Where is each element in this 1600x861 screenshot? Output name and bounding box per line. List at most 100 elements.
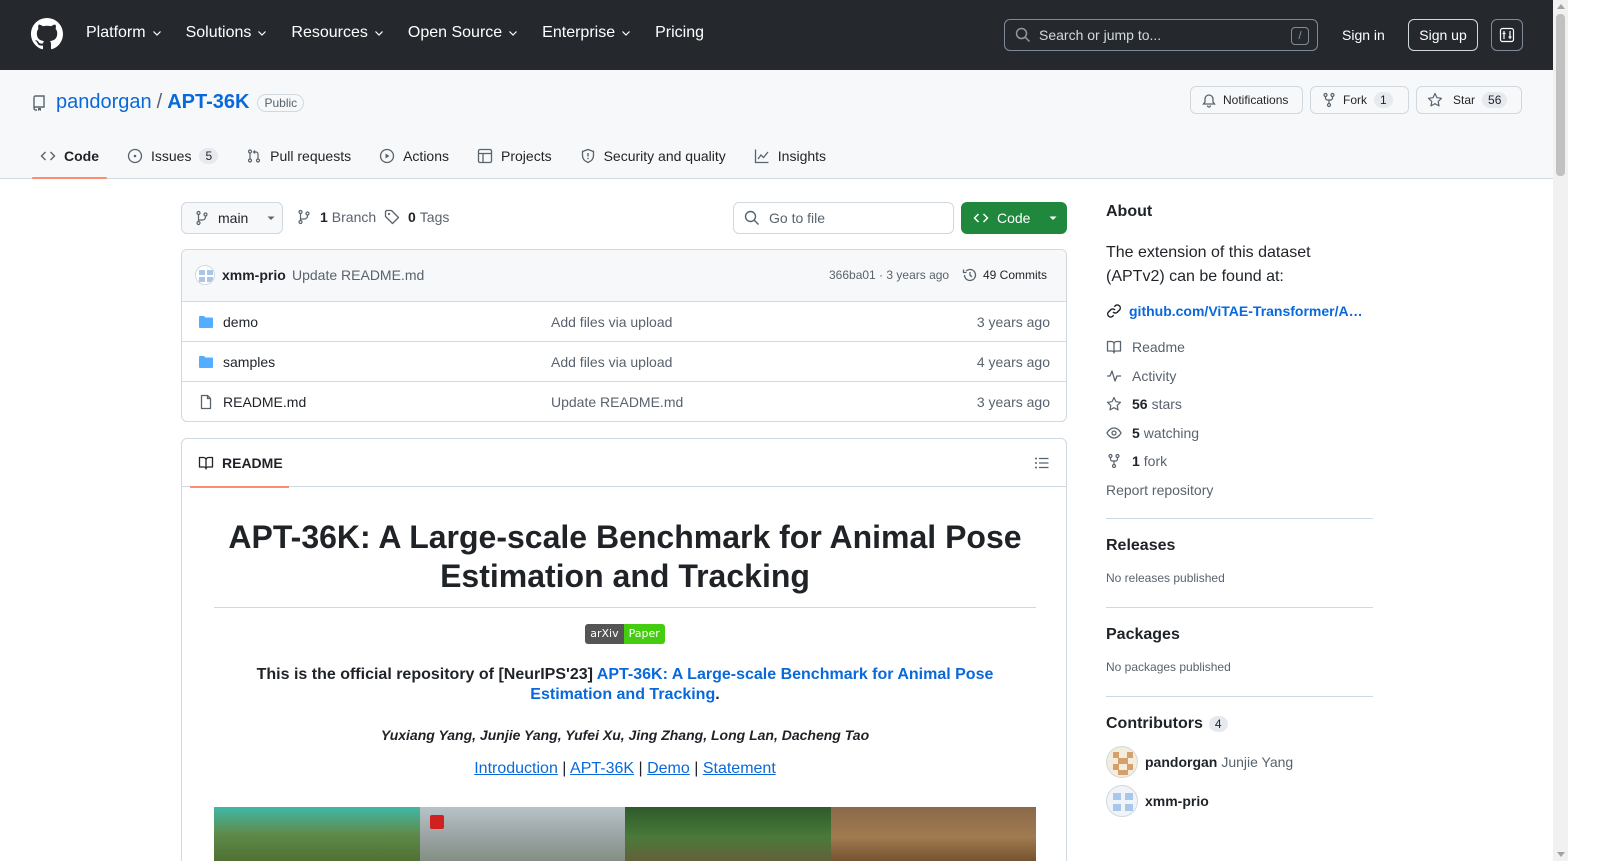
- sign-up-button[interactable]: Sign up: [1408, 19, 1478, 51]
- scroll-up-arrow-icon[interactable]: [1557, 4, 1565, 9]
- tab-projects[interactable]: Projects: [469, 133, 560, 179]
- table-row: demo Add files via upload 3 years ago: [182, 302, 1066, 342]
- sample-image: [214, 807, 420, 861]
- commits-link[interactable]: 49 Commits: [962, 267, 1047, 283]
- go-to-file-input[interactable]: Go to file: [733, 202, 954, 234]
- readme-link[interactable]: Readme: [1106, 333, 1373, 362]
- book-icon: [1106, 341, 1122, 354]
- chevron-down-icon: [258, 31, 267, 36]
- link-apt-36k[interactable]: APT-36K: [570, 760, 634, 777]
- official-repo-line: This is the official repository of [Neur…: [256, 666, 994, 703]
- sample-image: [419, 807, 625, 861]
- avatar[interactable]: [195, 265, 215, 285]
- folder-icon: [199, 316, 213, 328]
- link-demo[interactable]: Demo: [647, 760, 690, 777]
- file-commit-message[interactable]: Add files via upload: [551, 354, 672, 370]
- pulse-icon: [1107, 370, 1121, 382]
- readme-tab[interactable]: README: [190, 439, 289, 488]
- triangle-down-icon: [267, 216, 275, 220]
- avatar: [1106, 785, 1138, 817]
- list-unordered-icon[interactable]: [1034, 455, 1050, 471]
- commit-sha-time[interactable]: 366ba01 · 3 years ago: [829, 268, 949, 282]
- git-branch-icon: [196, 210, 208, 226]
- tab-insights[interactable]: Insights: [746, 133, 834, 179]
- folder-icon: [199, 356, 213, 368]
- commit-author[interactable]: xmm-prio: [222, 267, 286, 283]
- homepage-link[interactable]: github.com/ViTAE-Transformer/APTv2: [1106, 303, 1373, 319]
- tab-code[interactable]: Code: [32, 133, 107, 179]
- tab-security[interactable]: Security and quality: [572, 133, 734, 179]
- star-count: 56: [1482, 92, 1508, 108]
- tab-actions[interactable]: Actions: [371, 133, 457, 179]
- eye-icon: [1106, 427, 1122, 439]
- nav-open-source[interactable]: Open Source: [408, 24, 519, 42]
- chevron-down-icon: [152, 31, 161, 36]
- git-branch-icon: [298, 209, 310, 225]
- path-separator: /: [156, 91, 163, 113]
- tab-issues[interactable]: Issues 5: [119, 133, 226, 179]
- about-stats: Readme Activity 56 stars 5 watching 1 fork …: [1106, 333, 1373, 504]
- readme-header: README: [182, 439, 1066, 488]
- file-name[interactable]: samples: [223, 354, 275, 370]
- scroll-down-arrow-icon[interactable]: [1557, 852, 1565, 857]
- sample-image: [830, 807, 1036, 861]
- file-date: 4 years ago: [976, 354, 1050, 370]
- paper-link[interactable]: APT-36K: A Large-scale Benchmark for Ani…: [530, 666, 993, 703]
- file-date: 3 years ago: [976, 394, 1050, 410]
- github-logo-icon[interactable]: [31, 18, 63, 50]
- file-list: xmm-prio Update README.md 366ba01 · 3 ye…: [181, 249, 1067, 422]
- link-introduction[interactable]: Introduction: [474, 760, 558, 777]
- chevron-down-icon: [374, 31, 383, 36]
- file-date: 3 years ago: [976, 314, 1050, 330]
- watching-link[interactable]: 5 watching: [1106, 419, 1373, 448]
- packages-heading[interactable]: Packages: [1106, 626, 1373, 644]
- tags-link[interactable]: 0 Tags: [384, 209, 449, 225]
- repo-icon: [33, 94, 45, 111]
- releases-heading[interactable]: Releases: [1106, 537, 1373, 555]
- repo-owner-link[interactable]: pandorgan: [56, 91, 152, 114]
- code-dropdown-button[interactable]: Code: [961, 202, 1067, 234]
- commit-message[interactable]: Update README.md: [292, 267, 424, 283]
- sample-image: [625, 807, 831, 861]
- scrollbar-thumb[interactable]: [1556, 14, 1565, 176]
- chevron-down-icon: [622, 31, 631, 36]
- list-item[interactable]: pandorgan Junjie Yang: [1106, 746, 1373, 778]
- file-commit-message[interactable]: Add files via upload: [551, 314, 672, 330]
- branches-link[interactable]: 1 Branch: [296, 209, 376, 225]
- tab-pull-requests[interactable]: Pull requests: [238, 133, 359, 179]
- activity-link[interactable]: Activity: [1106, 362, 1373, 391]
- watermark-logo: [429, 815, 444, 829]
- sign-in-link[interactable]: Sign in: [1334, 25, 1393, 45]
- stars-link[interactable]: 56 stars: [1106, 390, 1373, 419]
- report-repository-link[interactable]: Report repository: [1106, 476, 1373, 505]
- nav-pricing[interactable]: Pricing: [655, 24, 704, 42]
- repo-header: pandorgan / APT-36K Public Notifications…: [0, 70, 1553, 179]
- list-item[interactable]: xmm-prio: [1106, 785, 1373, 817]
- file-name[interactable]: README.md: [223, 394, 306, 410]
- nav-enterprise[interactable]: Enterprise: [542, 24, 632, 42]
- repo-name-link[interactable]: APT-36K: [167, 91, 249, 114]
- arxiv-badge[interactable]: arXiv Paper: [585, 624, 665, 644]
- issues-count: 5: [199, 148, 219, 164]
- search-shortcut-hint: /: [1291, 27, 1309, 45]
- visibility-badge: Public: [257, 93, 305, 112]
- notifications-button[interactable]: Notifications: [1190, 86, 1303, 114]
- star-button[interactable]: Star 56: [1416, 86, 1522, 114]
- link-icon: [1107, 304, 1121, 318]
- global-header: Platform Solutions Resources Open Source…: [0, 0, 1553, 70]
- branch-select[interactable]: main: [181, 202, 283, 234]
- page-scrollbar[interactable]: [1553, 0, 1568, 861]
- nav-resources[interactable]: Resources: [291, 24, 384, 42]
- forks-link[interactable]: 1 fork: [1106, 447, 1373, 476]
- bell-icon: [1202, 94, 1216, 108]
- tag-icon: [384, 209, 400, 225]
- file-name[interactable]: demo: [223, 314, 258, 330]
- nav-solutions[interactable]: Solutions: [186, 24, 269, 42]
- link-statement[interactable]: Statement: [703, 760, 776, 777]
- contributors-heading[interactable]: Contributors 4: [1106, 715, 1373, 733]
- nav-platform[interactable]: Platform: [86, 24, 163, 42]
- menu-button[interactable]: [1491, 19, 1523, 51]
- search-input[interactable]: Search or jump to... /: [1004, 19, 1318, 51]
- file-commit-message[interactable]: Update README.md: [551, 394, 683, 410]
- fork-button[interactable]: Fork 1: [1310, 86, 1409, 114]
